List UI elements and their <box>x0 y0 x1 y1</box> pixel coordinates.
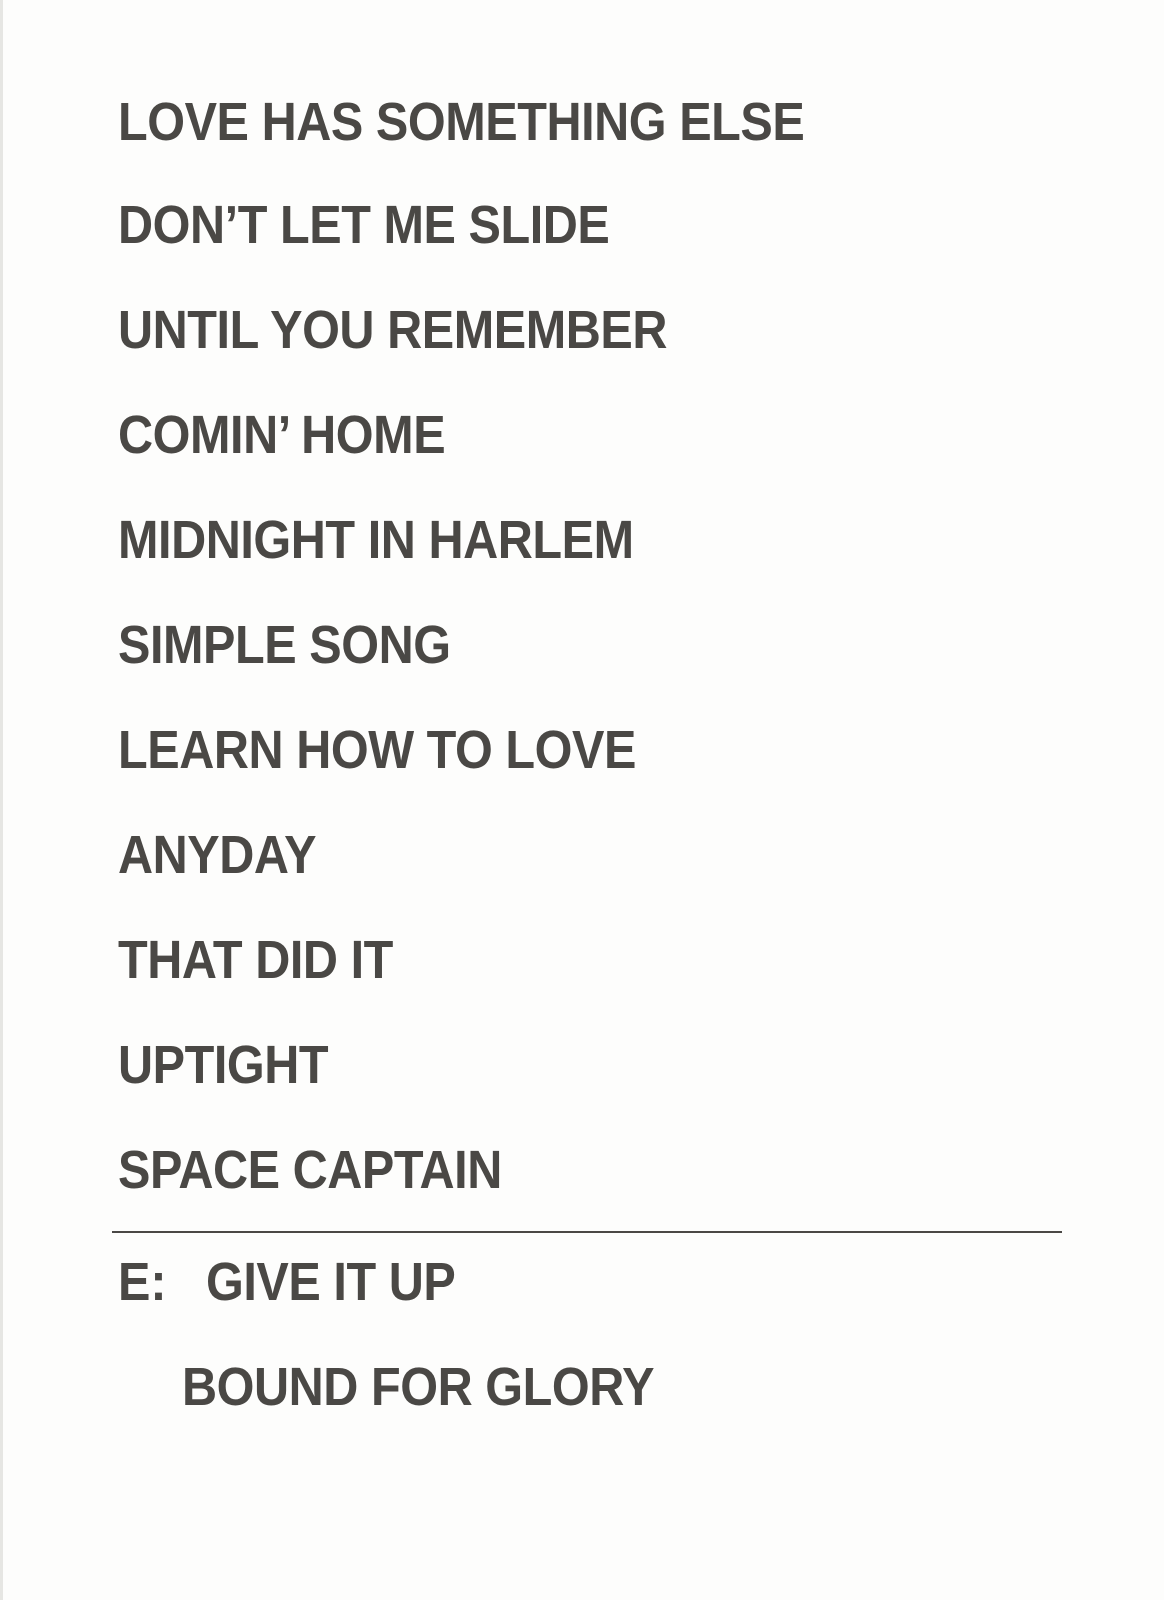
song-1: LOVE HAS SOMETHING ELSE <box>118 92 805 152</box>
song-5: MIDNIGHT IN HARLEM <box>118 510 634 570</box>
song-11: SPACE CAPTAIN <box>118 1140 502 1200</box>
song-9: THAT DID IT <box>118 930 393 990</box>
song-7: LEARN HOW TO LOVE <box>118 720 636 780</box>
encore-song-2: BOUND FOR GLORY <box>182 1357 655 1417</box>
setlist-sheet: LOVE HAS SOMETHING ELSE DON’T LET ME SLI… <box>0 0 1164 1600</box>
song-6: SIMPLE SONG <box>118 615 451 675</box>
encore-divider <box>112 1231 1062 1233</box>
song-4: COMIN’ HOME <box>118 405 446 465</box>
song-2: DON’T LET ME SLIDE <box>118 195 610 255</box>
song-3: UNTIL YOU REMEMBER <box>118 300 668 360</box>
song-10: UPTIGHT <box>118 1035 329 1095</box>
encore-song-1: GIVE IT UP <box>206 1252 456 1312</box>
song-8: ANYDAY <box>118 825 317 885</box>
paper-edge <box>0 0 3 1600</box>
encore-label: E: <box>118 1252 167 1312</box>
